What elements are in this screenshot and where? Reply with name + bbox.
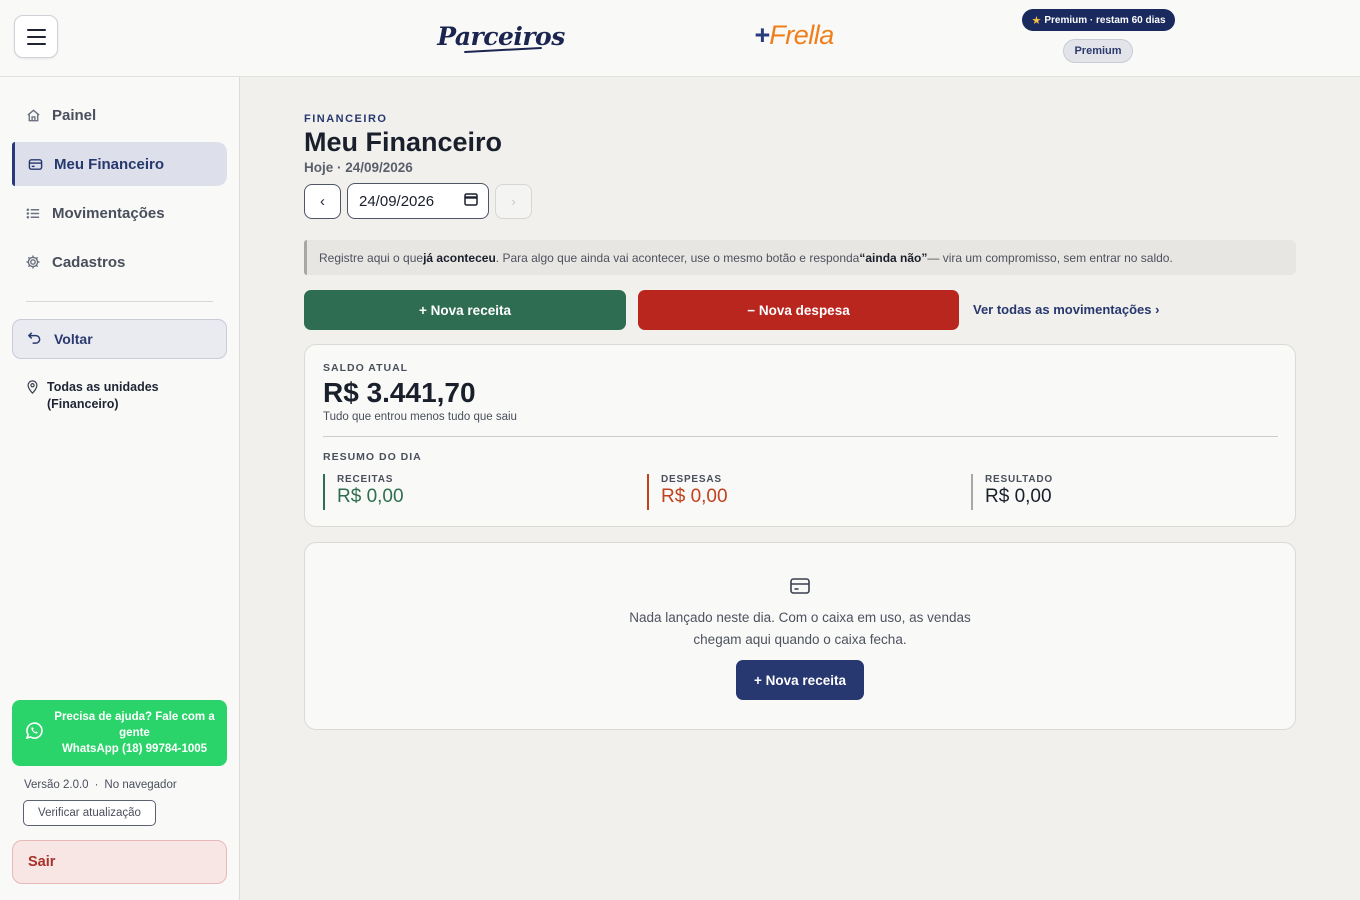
calendar-icon[interactable]	[464, 192, 478, 210]
whatsapp-icon	[24, 721, 44, 746]
info-banner: Registre aqui o que já aconteceu. Para a…	[304, 240, 1296, 275]
unit-selector[interactable]: Todas as unidades (Financeiro)	[26, 379, 216, 413]
sidebar-item-movimentacoes[interactable]: Movimentações	[12, 191, 227, 235]
top-bar: Parceiros +Frella ★ Premium · restam 60 …	[0, 0, 1360, 77]
chevron-left-icon: ‹	[320, 193, 325, 210]
view-all-transactions-link[interactable]: Ver todas as movimentações ›	[973, 302, 1159, 317]
page-title: Meu Financeiro	[304, 127, 503, 157]
premium-badge[interactable]: Premium	[1063, 39, 1133, 63]
star-icon: ★	[1031, 14, 1042, 27]
summary-result: RESULTADO R$ 0,00	[971, 474, 1053, 510]
premium-status-pill: ★ Premium · restam 60 dias	[1022, 9, 1175, 31]
back-button[interactable]: Voltar	[12, 319, 227, 359]
check-update-button[interactable]: Verificar atualização	[23, 800, 156, 826]
sidebar: Painel Meu Financeiro Movimentações Cada…	[0, 77, 240, 900]
empty-state-card: Nada lançado neste dia. Com o caixa em u…	[304, 542, 1296, 730]
parceiros-logo: Parceiros	[437, 12, 565, 60]
list-icon	[25, 205, 41, 221]
location-pin-icon	[26, 380, 39, 413]
wallet-icon	[27, 156, 43, 172]
balance-card: SALDO ATUAL R$ 3.441,70 Tudo que entrou …	[304, 344, 1296, 527]
new-expense-button[interactable]: − Nova despesa	[638, 290, 959, 330]
sidebar-item-painel[interactable]: Painel	[12, 93, 227, 137]
menu-toggle-button[interactable]	[14, 15, 58, 58]
hamburger-icon	[26, 28, 46, 31]
wallet-icon	[789, 577, 811, 600]
card-divider	[323, 436, 1278, 437]
empty-state-new-income-button[interactable]: + Nova receita	[736, 660, 864, 700]
new-income-button[interactable]: + Nova receita	[304, 290, 626, 330]
day-summary-label: RESUMO DO DIA	[323, 451, 422, 463]
balance-label: SALDO ATUAL	[323, 362, 409, 374]
today-date: Hoje · 24/09/2026	[304, 160, 413, 175]
whatsapp-help-button[interactable]: Precisa de ajuda? Fale com a gente Whats…	[12, 700, 227, 766]
version-info: Versão 2.0.0 · No navegador	[24, 779, 177, 791]
empty-state-message: Nada lançado neste dia. Com o caixa em u…	[629, 610, 971, 647]
balance-subtitle: Tudo que entrou menos tudo que saiu	[323, 411, 517, 423]
section-label: FINANCEIRO	[304, 113, 388, 125]
summary-expense: DESPESAS R$ 0,00	[647, 474, 728, 510]
sidebar-divider	[26, 301, 213, 302]
next-day-button[interactable]: ›	[495, 184, 532, 219]
balance-value: R$ 3.441,70	[323, 377, 476, 408]
sidebar-item-cadastros[interactable]: Cadastros	[12, 240, 227, 284]
chevron-right-icon: ›	[511, 194, 516, 209]
sidebar-item-meu-financeiro[interactable]: Meu Financeiro	[12, 142, 227, 186]
home-icon	[25, 107, 41, 123]
undo-arrow-icon	[27, 330, 42, 348]
logout-button[interactable]: Sair	[12, 840, 227, 884]
summary-income: RECEITAS R$ 0,00	[323, 474, 404, 510]
date-picker-input[interactable]: 24/09/2026	[347, 183, 489, 219]
gear-icon	[25, 254, 41, 270]
frella-logo: +Frella	[754, 20, 834, 50]
previous-day-button[interactable]: ‹	[304, 184, 341, 219]
